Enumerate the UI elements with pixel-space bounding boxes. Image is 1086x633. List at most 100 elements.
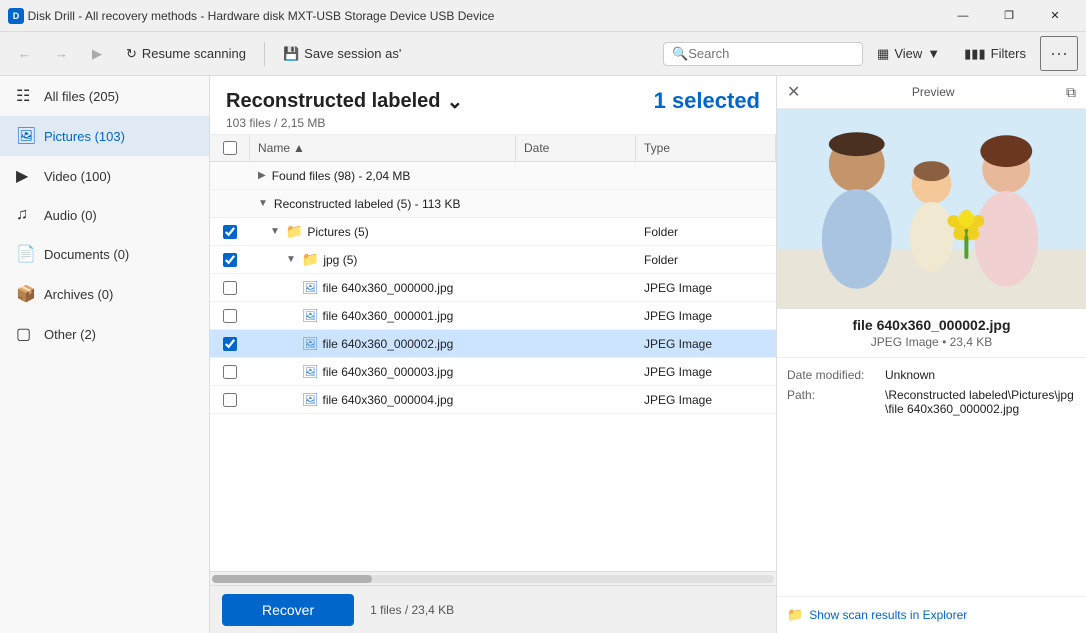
more-button[interactable]: ···	[1040, 36, 1078, 71]
row-checkbox[interactable]	[223, 337, 237, 351]
header-name[interactable]: Name ▲	[250, 135, 516, 161]
table-header: Name ▲ Date Type	[210, 135, 776, 162]
table-row[interactable]: ▼ Reconstructed labeled (5) - 113 KB	[210, 190, 776, 218]
content-title-row: Reconstructed labeled ⌄ 1 selected	[226, 88, 760, 114]
sidebar-item-archives[interactable]: 📦 Archives (0)	[0, 274, 209, 314]
preview-filename: file 640x360_000002.jpg	[777, 309, 1086, 335]
horizontal-scrollbar[interactable]	[210, 571, 776, 585]
file-icon: 🖼	[302, 336, 319, 352]
row-date	[516, 201, 636, 207]
row-type: JPEG Image	[636, 362, 776, 382]
row-name: 🖼 file 640x360_000003.jpg	[250, 361, 516, 383]
archives-icon: 📦	[16, 284, 34, 304]
scrollbar-thumb[interactable]	[212, 575, 372, 583]
content-subtitle: 103 files / 2,15 MB	[226, 116, 760, 130]
content-area: Reconstructed labeled ⌄ 1 selected 103 f…	[210, 76, 776, 633]
sidebar-item-pictures[interactable]: 🖼 Pictures (103)	[0, 116, 209, 156]
copy-icon[interactable]: ⧉	[1066, 84, 1076, 101]
back-button[interactable]: ←	[8, 41, 41, 66]
table-row[interactable]: 🖼 file 640x360_000000.jpg JPEG Image	[210, 274, 776, 302]
show-in-explorer-icon: 📁	[787, 607, 803, 623]
play-button[interactable]: ▶	[82, 41, 112, 67]
row-checkbox-cell	[210, 201, 250, 207]
view-chevron-icon: ▼	[927, 46, 940, 61]
row-checkbox-cell	[210, 390, 250, 410]
table-row[interactable]: ▶ Found files (98) - 2,04 MB	[210, 162, 776, 190]
preview-close-button[interactable]: ✕	[787, 82, 800, 102]
row-checkbox[interactable]	[223, 365, 237, 379]
title-dropdown-icon[interactable]: ⌄	[447, 89, 464, 114]
preview-path-row: Path: \Reconstructed labeled\Pictures\jp…	[787, 388, 1076, 416]
video-icon: ▶	[16, 166, 34, 186]
toolbar: ← → ▶ ↻ Resume scanning 💾 Save session a…	[0, 32, 1086, 76]
sidebar-item-label: All files (205)	[44, 89, 119, 104]
row-name: ▼ 📁 jpg (5)	[250, 248, 516, 271]
expand-arrow-icon[interactable]: ▼	[286, 254, 296, 265]
expand-arrow-icon[interactable]: ▼	[270, 226, 280, 237]
content-title: Reconstructed labeled ⌄	[226, 89, 463, 114]
show-in-explorer-link[interactable]: Show scan results in Explorer	[809, 608, 967, 622]
row-checkbox[interactable]	[223, 393, 237, 407]
preview-date-row: Date modified: Unknown	[787, 368, 1076, 382]
toolbar-separator	[264, 42, 265, 66]
row-checkbox-cell	[210, 250, 250, 270]
select-all-checkbox[interactable]	[223, 141, 237, 155]
row-checkbox[interactable]	[223, 281, 237, 295]
sidebar-item-label: Video (100)	[44, 169, 111, 184]
expand-arrow-icon[interactable]: ▼	[258, 198, 268, 209]
file-icon: 🖼	[302, 308, 319, 324]
forward-button[interactable]: →	[45, 41, 78, 66]
table-row[interactable]: 🖼 file 640x360_000004.jpg JPEG Image	[210, 386, 776, 414]
other-icon: ▢	[16, 324, 34, 344]
file-name: file 640x360_000000.jpg	[323, 281, 454, 295]
file-name: Pictures (5)	[307, 225, 368, 239]
row-type	[636, 173, 776, 179]
minimize-button[interactable]: —	[940, 0, 986, 32]
preview-title: Preview	[912, 85, 955, 99]
file-name: jpg (5)	[323, 253, 357, 267]
row-checkbox[interactable]	[223, 309, 237, 323]
sidebar-item-audio[interactable]: ♫ Audio (0)	[0, 196, 209, 234]
row-checkbox-cell	[210, 362, 250, 382]
row-checkbox-cell	[210, 222, 250, 242]
search-input[interactable]	[688, 46, 848, 61]
header-type[interactable]: Type	[636, 135, 776, 161]
table-row[interactable]: 🖼 file 640x360_000002.jpg JPEG Image	[210, 330, 776, 358]
preview-svg	[777, 109, 1086, 309]
resume-icon: ↻	[126, 46, 137, 62]
table-row[interactable]: ▼ 📁 Pictures (5) Folder	[210, 218, 776, 246]
recover-button[interactable]: Recover	[222, 594, 354, 626]
type-column-label: Type	[644, 141, 670, 155]
row-type: Folder	[636, 250, 776, 270]
filters-icon: ▮▮▮	[964, 46, 985, 62]
filters-button[interactable]: ▮▮▮ Filters	[954, 41, 1036, 67]
sidebar-item-documents[interactable]: 📄 Documents (0)	[0, 234, 209, 274]
content-header: Reconstructed labeled ⌄ 1 selected 103 f…	[210, 76, 776, 135]
row-checkbox-cell	[210, 306, 250, 326]
header-date[interactable]: Date	[516, 135, 636, 161]
file-icon: 🖼	[302, 280, 319, 296]
bottom-bar: Recover 1 files / 23,4 KB	[210, 585, 776, 633]
view-button[interactable]: ▦ View ▼	[867, 41, 950, 67]
sidebar-item-video[interactable]: ▶ Video (100)	[0, 156, 209, 196]
row-checkbox-cell	[210, 173, 250, 179]
row-name: 🖼 file 640x360_000001.jpg	[250, 305, 516, 327]
restore-button[interactable]: ❐	[986, 0, 1032, 32]
preview-image-area	[777, 109, 1086, 309]
close-button[interactable]: ✕	[1032, 0, 1078, 32]
expand-arrow-icon[interactable]: ▶	[258, 170, 266, 181]
row-checkbox[interactable]	[223, 253, 237, 267]
sidebar-item-other[interactable]: ▢ Other (2)	[0, 314, 209, 354]
save-session-button[interactable]: 💾 Save session as'	[273, 41, 411, 67]
table-row[interactable]: 🖼 file 640x360_000001.jpg JPEG Image	[210, 302, 776, 330]
sidebar-item-all-files[interactable]: ☷ All files (205)	[0, 76, 209, 116]
row-checkbox[interactable]	[223, 225, 237, 239]
resume-scanning-button[interactable]: ↻ Resume scanning	[116, 41, 256, 67]
row-checkbox-cell	[210, 334, 250, 354]
table-row[interactable]: ▼ 📁 jpg (5) Folder	[210, 246, 776, 274]
titlebar-controls: — ❐ ✕	[940, 0, 1078, 32]
table-row[interactable]: 🖼 file 640x360_000003.jpg JPEG Image	[210, 358, 776, 386]
sidebar-item-label: Archives (0)	[44, 287, 113, 302]
file-table: Name ▲ Date Type ▶ Found files (98) - 2,…	[210, 135, 776, 571]
file-name: file 640x360_000001.jpg	[323, 309, 454, 323]
